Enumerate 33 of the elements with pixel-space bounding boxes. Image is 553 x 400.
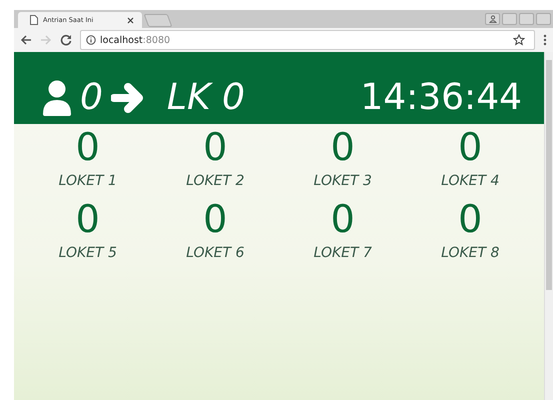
- counter-number: 0: [76, 124, 100, 170]
- counter-number: 0: [458, 196, 482, 242]
- counter-label: LOKET 8: [441, 244, 500, 263]
- counter-number: 0: [330, 196, 355, 242]
- counter-number: 0: [458, 124, 482, 170]
- info-icon: [86, 35, 96, 45]
- queue-number: 0: [80, 76, 103, 120]
- counter-number: 0: [76, 196, 100, 242]
- person-icon: [42, 80, 72, 116]
- counter-label: LOKET 2: [186, 172, 244, 191]
- close-tab-icon[interactable]: [127, 16, 134, 24]
- counter-label: LOKET 6: [186, 244, 244, 263]
- counter-label: LOKET 5: [58, 244, 117, 263]
- menu-icon[interactable]: [543, 34, 547, 46]
- reload-icon[interactable]: [60, 34, 72, 46]
- counter-label: LOKET 4: [441, 172, 500, 191]
- back-icon[interactable]: [20, 34, 32, 46]
- counter-label: LOKET 3: [314, 172, 372, 191]
- counter-number: 0: [203, 124, 228, 170]
- star-icon[interactable]: [513, 34, 525, 46]
- page-icon: [30, 15, 38, 25]
- counter-number: 0: [203, 196, 228, 242]
- address-port: :8080: [142, 34, 170, 46]
- address-host: localhost: [100, 34, 143, 46]
- clock-time: 14:36:44: [360, 76, 522, 120]
- profile-button[interactable]: [485, 13, 500, 25]
- counter-code: LK 0: [166, 78, 246, 118]
- address-bar[interactable]: localhost:8080: [80, 30, 535, 50]
- counter-number: 0: [330, 124, 355, 170]
- arrow-right-icon: [110, 82, 145, 114]
- scrollbar[interactable]: [544, 52, 553, 400]
- counter-label: LOKET 7: [314, 244, 372, 263]
- counter-label: LOKET 1: [58, 172, 117, 191]
